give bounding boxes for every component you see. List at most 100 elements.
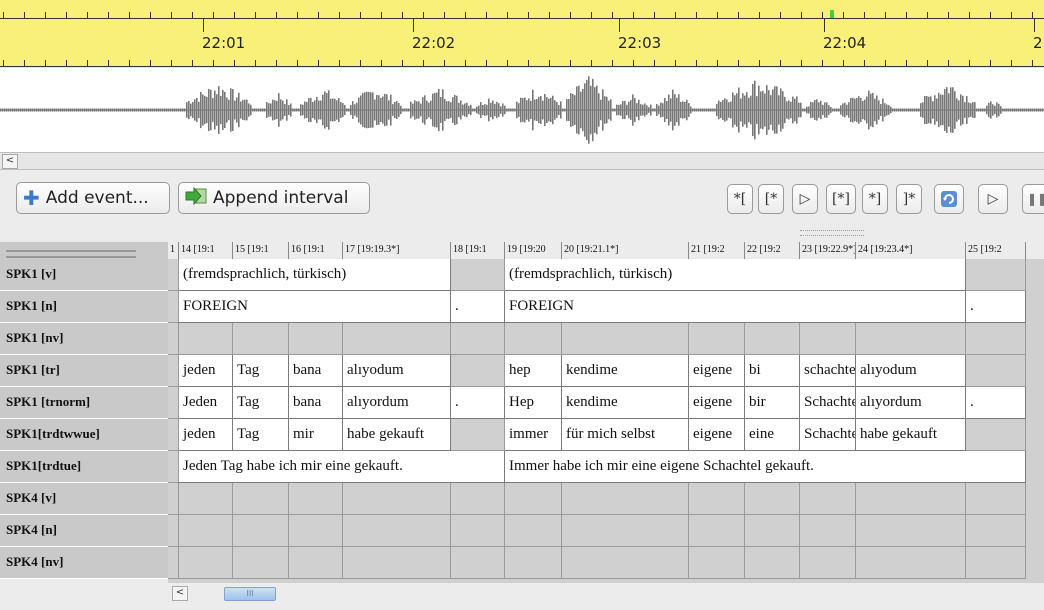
empty-cell[interactable] bbox=[966, 259, 1026, 291]
event-cell[interactable]: (fremdsprachlich, türkisch) bbox=[505, 259, 966, 291]
token-cell[interactable]: bana bbox=[289, 387, 343, 419]
empty-cell[interactable] bbox=[745, 483, 800, 515]
event-cell[interactable]: FOREIGN bbox=[179, 291, 451, 323]
tier-label[interactable]: SPK1 [trnorm] bbox=[0, 387, 168, 419]
token-cell[interactable]: Tag bbox=[233, 355, 289, 387]
empty-cell[interactable] bbox=[289, 515, 343, 547]
event-cell[interactable]: (fremdsprachlich, türkisch) bbox=[179, 259, 451, 291]
token-cell[interactable]: schachtel bbox=[800, 355, 856, 387]
scroll-left-button[interactable]: < bbox=[2, 154, 18, 169]
empty-cell[interactable] bbox=[233, 323, 289, 355]
token-cell[interactable]: alıyodum bbox=[856, 355, 966, 387]
empty-cell[interactable] bbox=[168, 515, 179, 547]
scroll-thumb[interactable]: III bbox=[224, 587, 276, 601]
empty-cell[interactable] bbox=[343, 323, 451, 355]
empty-cell[interactable] bbox=[745, 547, 800, 579]
tier-label[interactable]: SPK1[trdtwwue] bbox=[0, 419, 168, 451]
token-cell[interactable]: kendime bbox=[562, 355, 689, 387]
empty-cell[interactable] bbox=[179, 515, 233, 547]
empty-cell[interactable] bbox=[800, 483, 856, 515]
empty-cell[interactable] bbox=[966, 323, 1026, 355]
empty-cell[interactable] bbox=[168, 259, 179, 291]
empty-cell[interactable] bbox=[856, 483, 966, 515]
empty-cell[interactable] bbox=[689, 547, 745, 579]
empty-cell[interactable] bbox=[689, 323, 745, 355]
empty-cell[interactable] bbox=[966, 355, 1026, 387]
column-header-cell[interactable]: 24 [19:23.4*] bbox=[856, 242, 966, 260]
empty-cell[interactable] bbox=[562, 515, 689, 547]
empty-cell[interactable] bbox=[233, 515, 289, 547]
empty-cell[interactable] bbox=[343, 547, 451, 579]
empty-cell[interactable] bbox=[689, 483, 745, 515]
event-cell[interactable]: . bbox=[966, 291, 1026, 323]
token-cell[interactable]: Tag bbox=[233, 387, 289, 419]
token-cell[interactable]: habe gekauft bbox=[856, 419, 966, 451]
event-cell[interactable]: Jeden Tag habe ich mir eine gekauft. bbox=[179, 451, 505, 483]
transcription-grid[interactable]: (fremdsprachlich, türkisch) (fremdsprachl… bbox=[168, 259, 1044, 583]
select-start-bracket-button[interactable]: [* bbox=[758, 184, 784, 214]
empty-cell[interactable] bbox=[168, 323, 179, 355]
empty-cell[interactable] bbox=[451, 323, 505, 355]
tier-label[interactable]: SPK4 [nv] bbox=[0, 547, 168, 579]
empty-cell[interactable] bbox=[856, 323, 966, 355]
play-button[interactable]: ▷ bbox=[978, 184, 1008, 214]
refresh-button[interactable] bbox=[934, 184, 964, 214]
token-cell[interactable]: alıyodum bbox=[343, 355, 451, 387]
splitter-grip[interactable] bbox=[800, 230, 864, 236]
token-cell[interactable]: eigene bbox=[689, 387, 745, 419]
token-cell[interactable]: Schachtel bbox=[800, 387, 856, 419]
empty-cell[interactable] bbox=[966, 515, 1026, 547]
column-header-cell[interactable]: 14 [19:1 bbox=[179, 242, 233, 260]
empty-cell[interactable] bbox=[179, 547, 233, 579]
empty-cell[interactable] bbox=[966, 483, 1026, 515]
empty-cell[interactable] bbox=[966, 419, 1026, 451]
tier-label[interactable]: SPK4 [n] bbox=[0, 515, 168, 547]
empty-cell[interactable] bbox=[168, 387, 179, 419]
empty-cell[interactable] bbox=[745, 323, 800, 355]
select-end-bracket-button[interactable]: ]* bbox=[896, 184, 922, 214]
column-header-cell[interactable]: 1 bbox=[168, 242, 179, 260]
waveform-scrollbar[interactable]: < bbox=[0, 152, 1044, 170]
empty-cell[interactable] bbox=[179, 323, 233, 355]
timeline-ruler[interactable]: 22:01 22:02 22:03 22:04 2 bbox=[0, 0, 1044, 69]
token-cell[interactable]: für mich selbst bbox=[562, 419, 689, 451]
empty-cell[interactable] bbox=[168, 451, 179, 483]
empty-cell[interactable] bbox=[451, 419, 505, 451]
pause-button[interactable]: ❚❚ bbox=[1022, 184, 1044, 214]
empty-cell[interactable] bbox=[505, 483, 562, 515]
play-selection-button[interactable]: ▷ bbox=[792, 184, 818, 214]
column-header-cell[interactable]: 19 [19:20 bbox=[505, 242, 562, 260]
empty-cell[interactable] bbox=[233, 483, 289, 515]
event-cell[interactable]: FOREIGN bbox=[505, 291, 966, 323]
token-cell[interactable]: eigene bbox=[689, 419, 745, 451]
event-cell[interactable]: Immer habe ich mir eine eigene Schachtel… bbox=[505, 451, 1026, 483]
token-cell[interactable]: habe gekauft bbox=[343, 419, 451, 451]
empty-cell[interactable] bbox=[800, 547, 856, 579]
column-header-cell[interactable]: 23 [19:22.9*] bbox=[800, 242, 856, 260]
tier-label[interactable]: SPK1 [nv] bbox=[0, 323, 168, 355]
empty-cell[interactable] bbox=[856, 547, 966, 579]
token-cell[interactable]: eine bbox=[745, 419, 800, 451]
token-cell[interactable]: immer bbox=[505, 419, 562, 451]
token-cell[interactable]: alıyordum bbox=[856, 387, 966, 419]
column-header-cell[interactable]: 17 [19:19.3*] bbox=[343, 242, 451, 260]
tier-label[interactable]: SPK1 [tr] bbox=[0, 355, 168, 387]
token-cell[interactable]: . bbox=[966, 387, 1026, 419]
empty-cell[interactable] bbox=[745, 515, 800, 547]
append-interval-button[interactable]: Append interval bbox=[178, 182, 370, 214]
empty-cell[interactable] bbox=[168, 483, 179, 515]
empty-cell[interactable] bbox=[800, 515, 856, 547]
token-cell[interactable]: Tag bbox=[233, 419, 289, 451]
token-cell[interactable]: jeden bbox=[179, 419, 233, 451]
tier-label[interactable]: SPK1 [n] bbox=[0, 291, 168, 323]
empty-cell[interactable] bbox=[505, 515, 562, 547]
empty-cell[interactable] bbox=[343, 483, 451, 515]
empty-cell[interactable] bbox=[505, 547, 562, 579]
token-cell[interactable]: Jeden bbox=[179, 387, 233, 419]
empty-cell[interactable] bbox=[451, 547, 505, 579]
empty-cell[interactable] bbox=[168, 547, 179, 579]
token-cell[interactable]: Schachtel bbox=[800, 419, 856, 451]
waveform-view[interactable] bbox=[0, 68, 1044, 152]
token-cell[interactable]: hep bbox=[505, 355, 562, 387]
token-cell[interactable]: alıyordum bbox=[343, 387, 451, 419]
